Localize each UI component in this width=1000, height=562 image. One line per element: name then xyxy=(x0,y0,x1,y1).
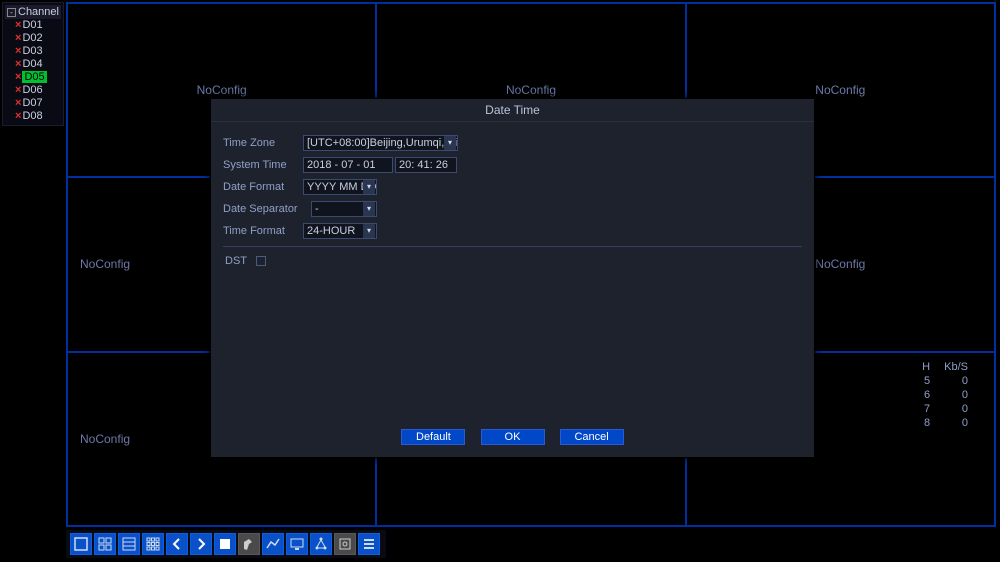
channel-item[interactable]: ×D08 xyxy=(5,110,61,123)
ok-button[interactable]: OK xyxy=(481,429,545,445)
channel-item[interactable]: ×D03 xyxy=(5,45,61,58)
stats-cell: 8 xyxy=(922,417,942,429)
x-icon: × xyxy=(15,45,21,57)
stats-cell: 7 xyxy=(922,403,942,415)
date-separator-label: Date Separator xyxy=(223,203,311,215)
time-zone-select[interactable]: [UTC+08:00]Beijing,Urumqi,Taipei ▾ xyxy=(303,135,458,151)
noconfig-label: NoConfig xyxy=(197,83,247,97)
toolbar xyxy=(66,530,386,558)
x-icon: × xyxy=(15,97,21,109)
date-time-dialog: Date Time Time Zone [UTC+08:00]Beijing,U… xyxy=(210,98,815,458)
channel-label: D04 xyxy=(22,58,42,70)
prev-icon[interactable] xyxy=(166,533,188,555)
channel-title: Channel xyxy=(18,6,59,18)
stats-cell: 0 xyxy=(944,417,980,429)
chevron-down-icon: ▾ xyxy=(363,202,375,216)
chevron-down-icon: ▾ xyxy=(363,180,375,194)
hammer-icon[interactable] xyxy=(238,533,260,555)
system-time-input[interactable]: 20: 41: 26 xyxy=(395,157,457,173)
x-icon: × xyxy=(15,32,21,44)
channel-item[interactable]: ×D01 xyxy=(5,19,61,32)
network-icon[interactable] xyxy=(310,533,332,555)
dialog-title: Date Time xyxy=(211,99,814,122)
channel-item[interactable]: ×D04 xyxy=(5,58,61,71)
stats-table: HKb/S50607080 xyxy=(920,359,982,431)
time-format-select[interactable]: 24-HOUR ▾ xyxy=(303,223,377,239)
channel-label: D06 xyxy=(22,84,42,96)
divider xyxy=(223,246,802,247)
date-separator-value: - xyxy=(315,202,319,216)
channel-header[interactable]: -Channel xyxy=(5,5,61,19)
time-zone-value: [UTC+08:00]Beijing,Urumqi,Taipei xyxy=(307,136,458,150)
stats-header: Kb/S xyxy=(944,361,980,373)
view-1x1-icon[interactable] xyxy=(70,533,92,555)
monitor-icon[interactable] xyxy=(286,533,308,555)
view-list-icon[interactable] xyxy=(118,533,140,555)
dst-checkbox[interactable] xyxy=(256,256,266,266)
channel-label: D02 xyxy=(22,32,42,44)
x-icon: × xyxy=(15,84,21,96)
channel-label: D01 xyxy=(22,19,42,31)
default-button[interactable]: Default xyxy=(401,429,465,445)
cancel-button[interactable]: Cancel xyxy=(560,429,624,445)
noconfig-label: NoConfig xyxy=(80,432,130,446)
time-format-label: Time Format xyxy=(223,225,303,237)
x-icon: × xyxy=(15,19,21,31)
date-format-select[interactable]: YYYY MM DD ▾ xyxy=(303,179,377,195)
system-time-value: 20: 41: 26 xyxy=(399,158,448,172)
stats-cell: 5 xyxy=(922,375,942,387)
date-format-label: Date Format xyxy=(223,181,303,193)
next-icon[interactable] xyxy=(190,533,212,555)
chart-icon[interactable] xyxy=(262,533,284,555)
chevron-down-icon: ▾ xyxy=(444,136,456,150)
channel-label: D03 xyxy=(22,45,42,57)
channel-item[interactable]: ×D05 xyxy=(5,71,61,84)
channel-sidebar: -Channel ×D01×D02×D03×D04×D05×D06×D07×D0… xyxy=(2,2,64,126)
channel-label: D05 xyxy=(22,71,46,83)
channel-item[interactable]: ×D02 xyxy=(5,32,61,45)
stats-cell: 0 xyxy=(944,389,980,401)
channel-item[interactable]: ×D06 xyxy=(5,84,61,97)
noconfig-label: NoConfig xyxy=(815,257,865,271)
time-zone-label: Time Zone xyxy=(223,137,303,149)
tree-collapse-icon[interactable]: - xyxy=(7,8,16,17)
stats-cell: 6 xyxy=(922,389,942,401)
date-separator-select[interactable]: - ▾ xyxy=(311,201,377,217)
stats-cell: 0 xyxy=(944,403,980,415)
system-date-value: 2018 - 07 - 01 xyxy=(307,158,376,172)
channel-label: D07 xyxy=(22,97,42,109)
noconfig-label: NoConfig xyxy=(80,257,130,271)
fullscreen-icon[interactable] xyxy=(214,533,236,555)
disk-icon[interactable] xyxy=(334,533,356,555)
system-date-input[interactable]: 2018 - 07 - 01 xyxy=(303,157,393,173)
time-format-value: 24-HOUR xyxy=(307,224,355,238)
chevron-down-icon: ▾ xyxy=(363,224,375,238)
view-2x2-icon[interactable] xyxy=(94,533,116,555)
noconfig-label: NoConfig xyxy=(815,83,865,97)
noconfig-label: NoConfig xyxy=(506,83,556,97)
system-time-label: System Time xyxy=(223,159,303,171)
x-icon: × xyxy=(15,71,21,83)
x-icon: × xyxy=(15,58,21,70)
stats-header: H xyxy=(922,361,942,373)
list-detail-icon[interactable] xyxy=(358,533,380,555)
dst-label: DST xyxy=(225,255,247,267)
stats-cell: 0 xyxy=(944,375,980,387)
channel-label: D08 xyxy=(22,110,42,122)
channel-item[interactable]: ×D07 xyxy=(5,97,61,110)
view-3x3-icon[interactable] xyxy=(142,533,164,555)
x-icon: × xyxy=(15,110,21,122)
